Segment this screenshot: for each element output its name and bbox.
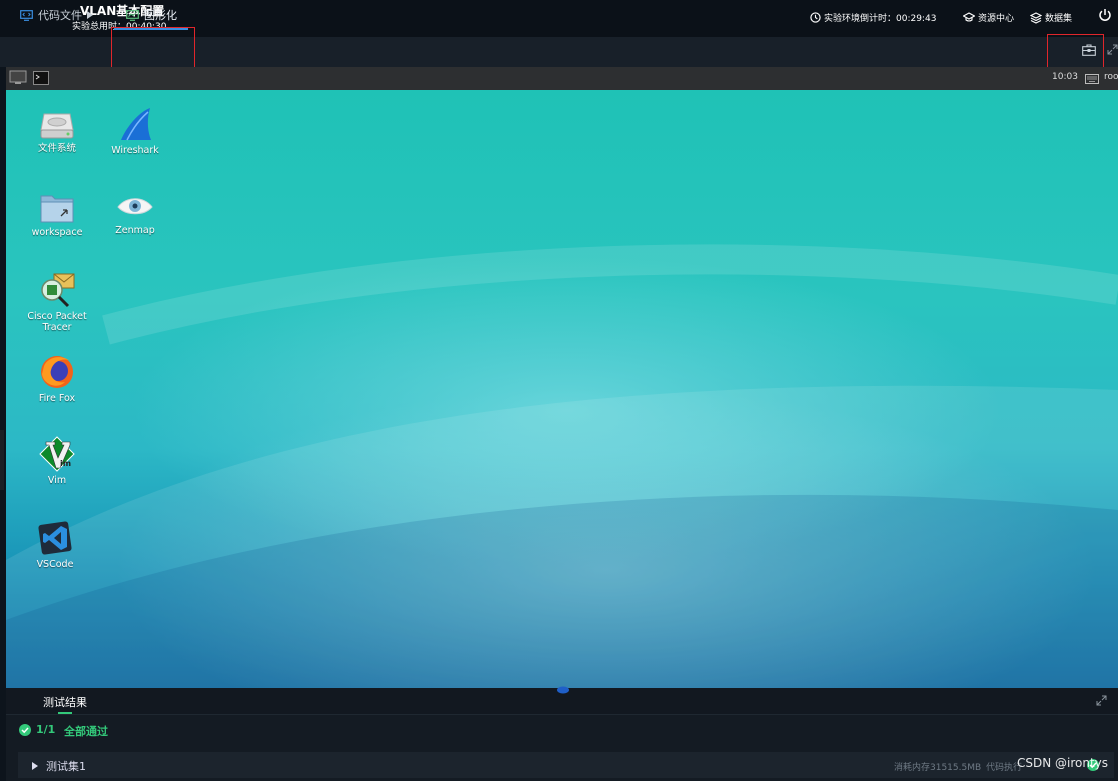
result-score: 1/1 bbox=[36, 723, 56, 736]
keyboard-icon bbox=[1085, 74, 1099, 84]
desktop-icon-label: Fire Fox bbox=[38, 393, 76, 404]
panel-clock: 10:03 bbox=[1052, 72, 1078, 82]
graduation-cap-icon bbox=[963, 12, 975, 22]
desktop-icon-wireshark[interactable]: Wireshark bbox=[95, 106, 175, 156]
desktop-icon-label: VSCode bbox=[36, 559, 74, 570]
vim-icon: im bbox=[39, 436, 75, 472]
wireshark-fin-icon bbox=[121, 108, 151, 141]
code-monitor-icon bbox=[20, 9, 33, 21]
chart-monitor-icon bbox=[126, 9, 139, 21]
check-circle-icon bbox=[19, 724, 31, 736]
desktop-icon-label: Vim bbox=[47, 475, 67, 486]
csdn-watermark: CSDN @irontys bbox=[1017, 756, 1109, 770]
keyboard-indicator[interactable] bbox=[1085, 74, 1099, 87]
suite-expand-toggle[interactable] bbox=[32, 760, 38, 773]
env-countdown: 实验环境倒计时：00:29:43 bbox=[810, 11, 936, 24]
drag-handle-icon bbox=[557, 686, 569, 694]
remote-desktop[interactable]: 文件系统 Wireshark workspace Zenmap Cisco Pa… bbox=[6, 90, 1118, 688]
tab-graphical[interactable]: 图形化 bbox=[126, 0, 177, 30]
desktop-icon-zenmap[interactable]: Zenmap bbox=[95, 192, 175, 236]
expand-icon bbox=[1107, 44, 1118, 55]
desktop-icon-packet-tracer[interactable]: Cisco Packet Tracer bbox=[17, 272, 97, 333]
desktop-icon-label: workspace bbox=[31, 227, 83, 238]
hard-drive-icon bbox=[40, 113, 74, 139]
terminal-icon bbox=[33, 71, 49, 85]
desktop-panel bbox=[6, 67, 1118, 90]
zenmap-eye-icon bbox=[117, 198, 153, 215]
firefox-icon bbox=[41, 356, 73, 388]
desktop-icon-vscode[interactable]: VSCode bbox=[15, 520, 95, 570]
tab-graphical-label: 图形化 bbox=[144, 9, 177, 22]
tab-test-results[interactable]: 测试结果 bbox=[43, 694, 87, 710]
resource-center-label: 资源中心 bbox=[978, 14, 1015, 24]
tab-code-files-label: 代码文件 bbox=[38, 9, 82, 22]
dataset-button[interactable]: 数据集 bbox=[1030, 11, 1072, 24]
result-status: 全部通过 bbox=[64, 725, 108, 738]
caret-right-icon bbox=[32, 762, 38, 770]
power-button[interactable] bbox=[1098, 8, 1112, 25]
expand-icon bbox=[1096, 695, 1107, 706]
left-edge-handle bbox=[0, 430, 4, 490]
desktop-icon-label: Zenmap bbox=[115, 225, 155, 236]
monitor-icon bbox=[9, 70, 27, 84]
desktop-icon-label: 文件系统 bbox=[37, 143, 76, 154]
folder-icon bbox=[40, 195, 74, 223]
desktop-icon-label: Wireshark bbox=[111, 145, 159, 156]
resource-center-button[interactable]: 资源中心 bbox=[963, 11, 1014, 24]
tab-code-files[interactable]: 代码文件 bbox=[20, 0, 93, 30]
panel-user: roo bbox=[1104, 72, 1118, 82]
desktop-icon-firefox[interactable]: Fire Fox bbox=[17, 354, 97, 404]
layers-icon bbox=[1030, 11, 1042, 24]
power-icon bbox=[1099, 9, 1111, 21]
packet-tracer-icon bbox=[41, 273, 75, 308]
results-expand-button[interactable] bbox=[1096, 695, 1107, 709]
memory-usage: 消耗内存31515.5MB bbox=[894, 763, 982, 773]
desktop-icon-label: Cisco Packet Tracer bbox=[27, 311, 87, 333]
dataset-label: 数据集 bbox=[1045, 14, 1073, 24]
wallpaper-wave bbox=[6, 244, 1118, 688]
svg-text:im: im bbox=[60, 459, 71, 468]
fullscreen-button[interactable] bbox=[1107, 44, 1118, 58]
terminal-launcher[interactable] bbox=[33, 71, 49, 88]
env-countdown-text: 实验环境倒计时：00:29:43 bbox=[824, 14, 937, 24]
desktop-icon-filesystem[interactable]: 文件系统 bbox=[17, 106, 97, 154]
test-suite-name: 测试集1 bbox=[46, 760, 86, 773]
clock-icon bbox=[810, 12, 821, 23]
pass-status bbox=[19, 724, 31, 739]
caret-right-icon bbox=[87, 11, 93, 19]
vscode-icon bbox=[38, 521, 72, 555]
panel-resize-handle[interactable] bbox=[556, 684, 570, 697]
desktop-icon-vim[interactable]: im Vim bbox=[17, 436, 97, 486]
show-desktop-button[interactable] bbox=[9, 70, 27, 89]
results-tab-indicator bbox=[58, 712, 72, 714]
desktop-icon-workspace[interactable]: workspace bbox=[17, 192, 97, 238]
